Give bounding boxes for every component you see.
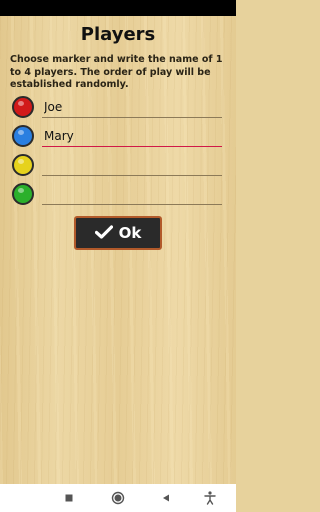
players-screen: Players Choose marker and write the name… [0,16,236,484]
red-marker-button[interactable] [12,96,34,118]
player-row-3 [10,152,228,178]
ok-button-label: Ok [118,224,142,242]
back-triangle-icon[interactable] [154,488,178,508]
home-circle-icon[interactable] [106,488,130,508]
player-row-2 [10,123,228,149]
player-3-name-input[interactable] [42,154,222,176]
green-marker-button[interactable] [12,183,34,205]
player-row-4 [10,181,228,207]
blue-marker-button[interactable] [12,125,34,147]
recents-square-icon[interactable] [57,488,81,508]
ok-button[interactable]: Ok [74,216,162,250]
check-icon [94,224,113,243]
player-4-name-input[interactable] [42,183,222,205]
instructions-text: Choose marker and write the name of 1 to… [10,54,223,90]
page-title: Players [80,24,156,45]
accessibility-icon[interactable] [198,488,222,508]
yellow-marker-button[interactable] [12,154,34,176]
player-1-name-input[interactable] [42,96,222,118]
system-nav-bar [0,484,236,512]
player-row-1 [10,94,228,120]
player-2-name-input[interactable] [42,125,222,147]
status-bar [0,0,236,16]
